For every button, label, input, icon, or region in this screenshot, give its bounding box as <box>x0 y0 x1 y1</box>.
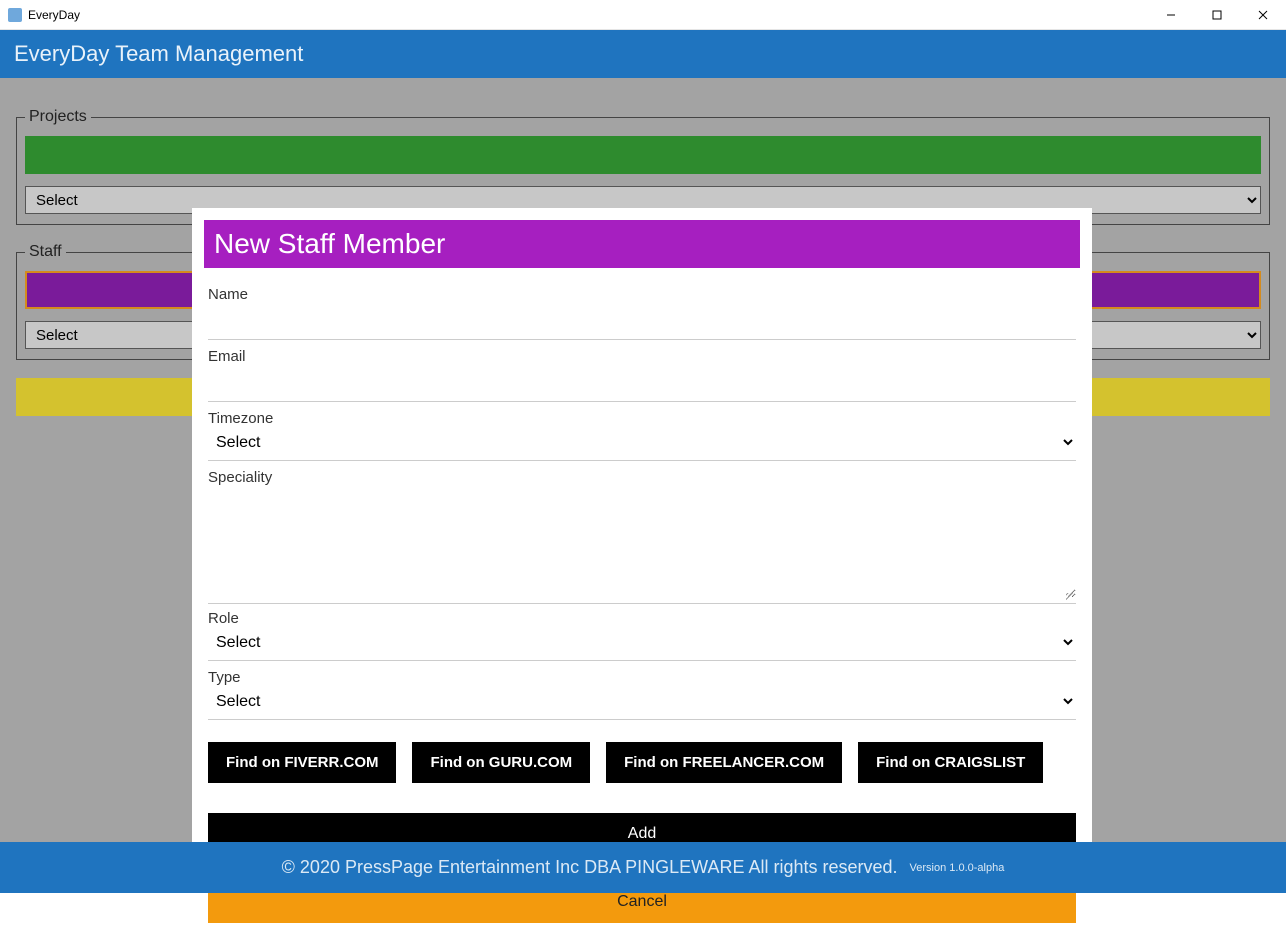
app-title: EveryDay Team Management <box>14 41 303 67</box>
window-titlebar: EveryDay <box>0 0 1286 30</box>
footer-copyright: © 2020 PressPage Entertainment Inc DBA P… <box>282 857 898 878</box>
new-staff-modal: New Staff Member Name Email Timezone Sel… <box>192 208 1092 945</box>
timezone-label: Timezone <box>208 404 1076 429</box>
footer: © 2020 PressPage Entertainment Inc DBA P… <box>0 842 1286 893</box>
find-freelancer-button[interactable]: Find on FREELANCER.COM <box>606 742 842 783</box>
type-select[interactable]: Select <box>208 688 1076 715</box>
projects-add-bar[interactable] <box>25 136 1261 174</box>
email-input[interactable] <box>208 367 1076 397</box>
app-header: EveryDay Team Management <box>0 30 1286 78</box>
window-minimize-button[interactable] <box>1148 0 1194 30</box>
staff-legend: Staff <box>25 243 66 261</box>
find-craigslist-button[interactable]: Find on CRAIGSLIST <box>858 742 1043 783</box>
speciality-textarea[interactable] <box>208 488 1076 598</box>
role-label: Role <box>208 604 1076 629</box>
name-label: Name <box>208 280 1076 305</box>
main-area: Projects Select Staff Select New Staff M… <box>0 78 1286 842</box>
window-maximize-button[interactable] <box>1194 0 1240 30</box>
find-guru-button[interactable]: Find on GURU.COM <box>412 742 590 783</box>
find-fiverr-button[interactable]: Find on FIVERR.COM <box>208 742 396 783</box>
window-title: EveryDay <box>28 8 80 22</box>
projects-legend: Projects <box>25 108 91 126</box>
email-label: Email <box>208 342 1076 367</box>
footer-version: Version 1.0.0-alpha <box>910 862 1005 874</box>
type-label: Type <box>208 663 1076 688</box>
app-icon <box>8 8 22 22</box>
name-input[interactable] <box>208 305 1076 335</box>
window-close-button[interactable] <box>1240 0 1286 30</box>
speciality-label: Speciality <box>208 463 1076 488</box>
timezone-select[interactable]: Select <box>208 429 1076 456</box>
role-select[interactable]: Select <box>208 629 1076 656</box>
modal-title: New Staff Member <box>204 220 1080 268</box>
